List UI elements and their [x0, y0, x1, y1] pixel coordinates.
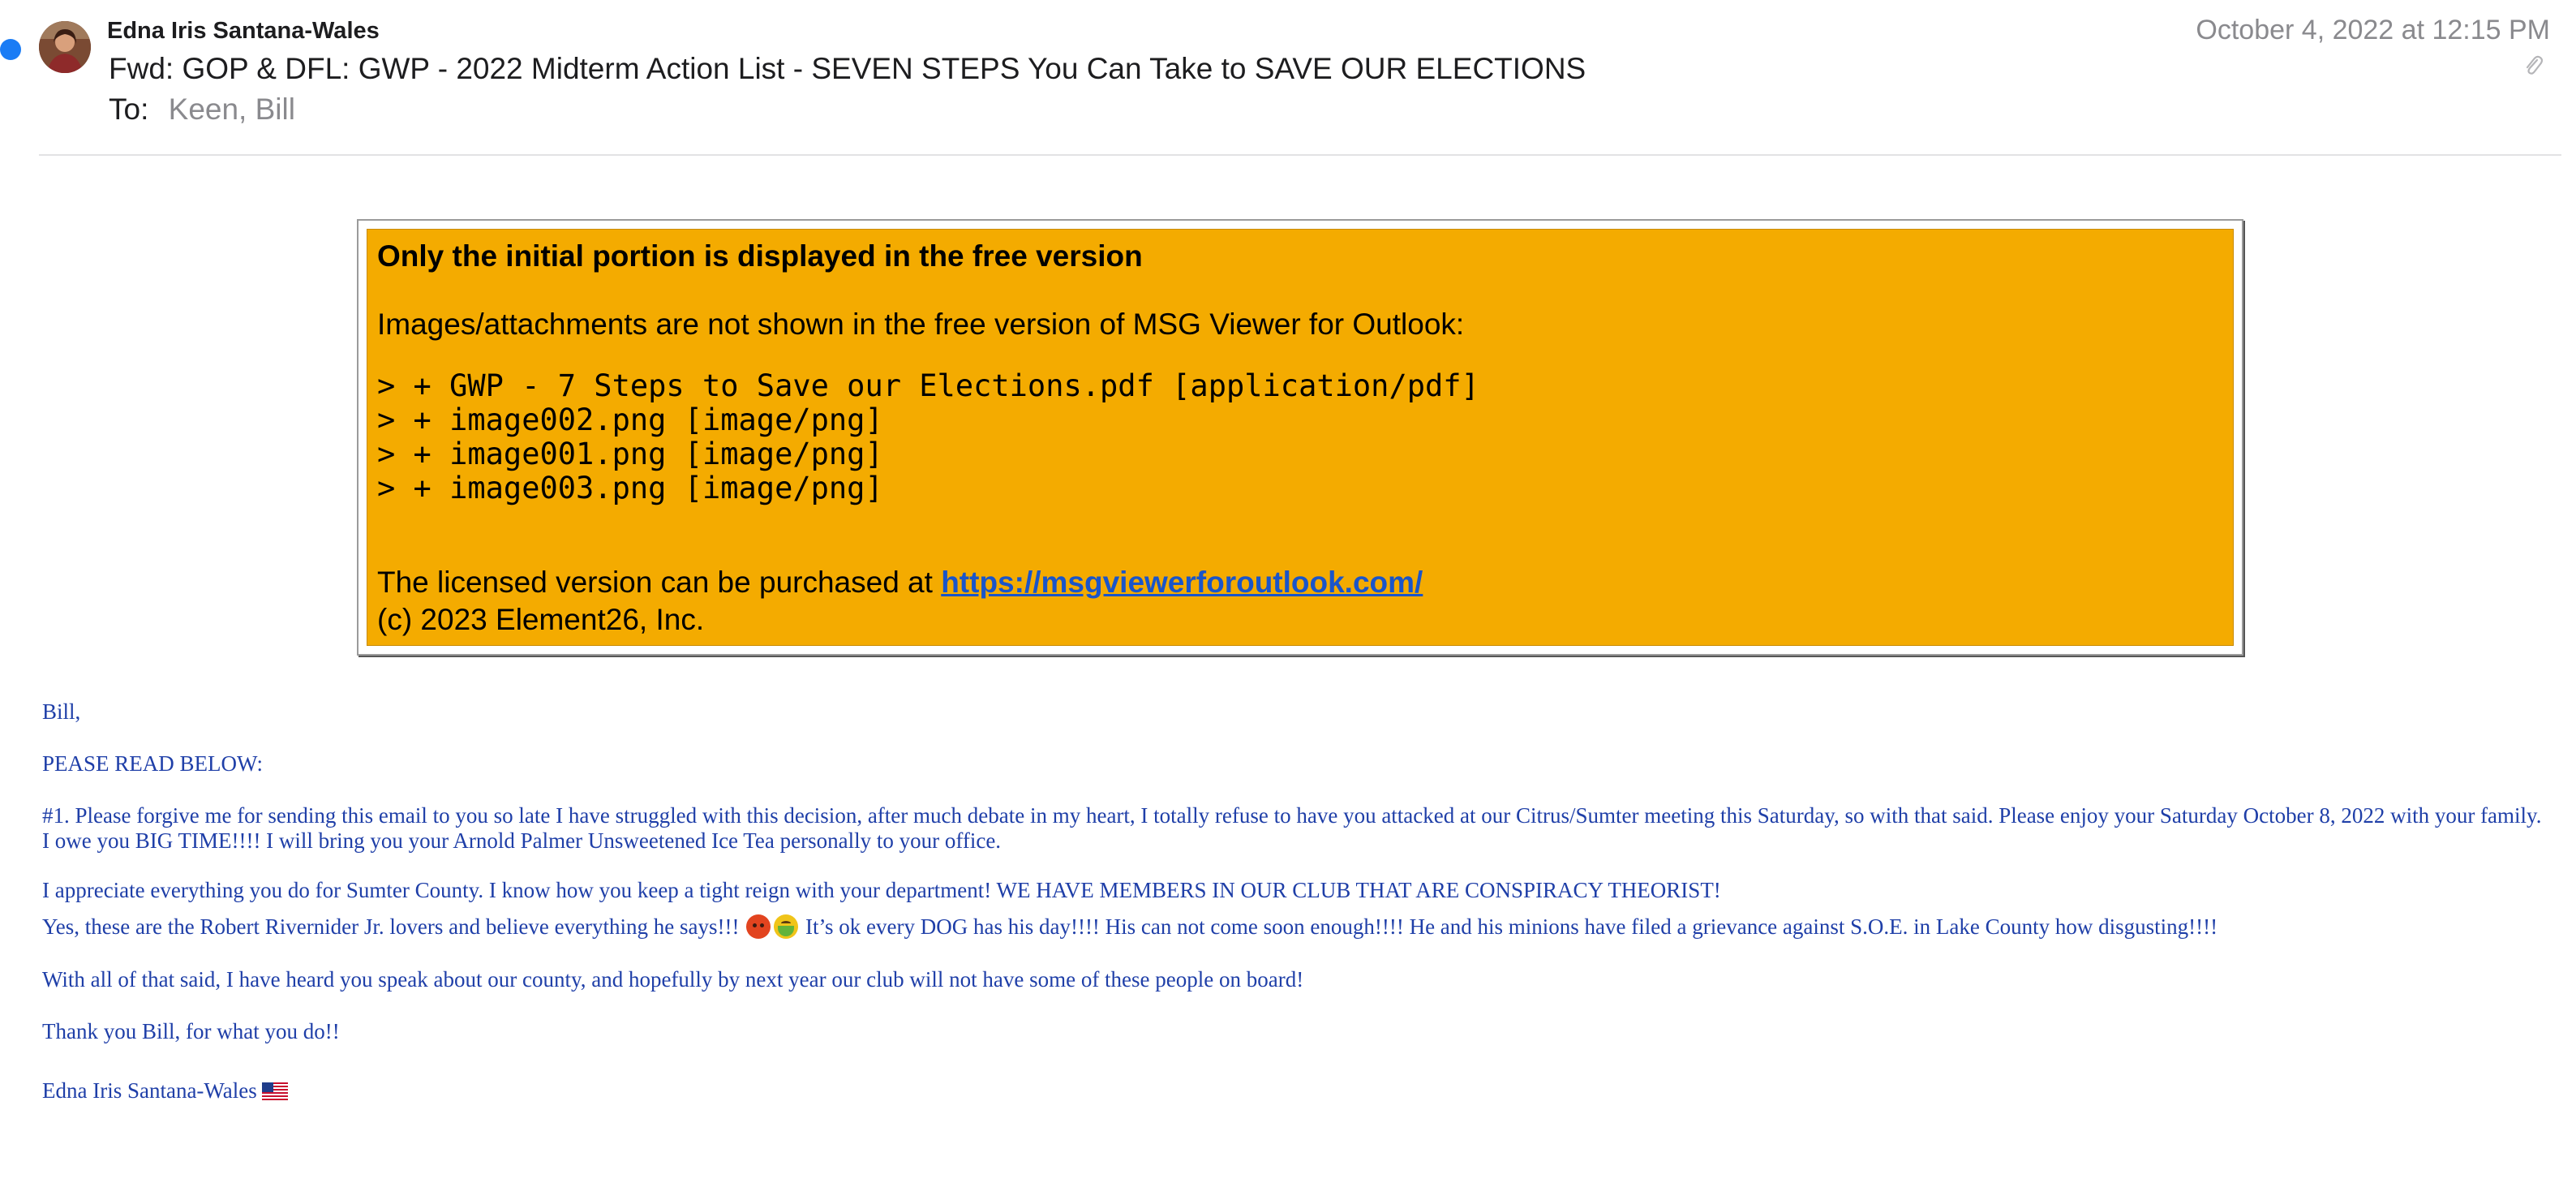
attachment-item: > + image003.png [image/png]: [377, 471, 883, 506]
attachment-item: > + image002.png [image/png]: [377, 402, 883, 437]
copyright-text: (c) 2023 Element26, Inc.: [377, 603, 705, 636]
message-body: Bill, PEASE READ BELOW: #1. Please forgi…: [42, 699, 2544, 1104]
yes-text-part1: Yes, these are the Robert Rivernider Jr.…: [42, 914, 740, 939]
attachment-item: > + GWP - 7 Steps to Save our Elections.…: [377, 368, 1479, 403]
sender-name[interactable]: Edna Iris Santana-Wales: [107, 18, 380, 45]
sender-photo: [39, 21, 91, 73]
unread-indicator: [0, 39, 21, 60]
paperclip-icon[interactable]: [2522, 54, 2544, 78]
signature: Edna Iris Santana-Wales: [42, 1078, 2544, 1104]
greeting: Bill,: [42, 699, 81, 724]
notice-subtitle: Images/attachments are not shown in the …: [377, 308, 1465, 341]
signature-name: Edna Iris Santana-Wales: [42, 1078, 257, 1103]
notice-title: Only the initial portion is displayed in…: [377, 239, 1143, 273]
appreciate-paragraph: I appreciate everything you do for Sumte…: [42, 878, 1721, 902]
notice-panel: Only the initial portion is displayed in…: [367, 229, 2234, 646]
thanks-line: Thank you Bill, for what you do!!: [42, 1019, 340, 1043]
license-line: The licensed version can be purchased at…: [377, 566, 1423, 600]
to-label: To:: [109, 92, 149, 126]
attachment-item: > + image001.png [image/png]: [377, 437, 883, 471]
recipient-row: To: Keen, Bill: [109, 92, 295, 127]
yes-paragraph: Yes, these are the Robert Rivernider Jr.…: [42, 914, 2544, 940]
nauseated-face-emoji: [774, 914, 799, 939]
attachment-list: > + GWP - 7 Steps to Save our Elections.…: [377, 369, 1479, 506]
license-link[interactable]: https://msgviewerforoutlook.com/: [941, 566, 1423, 599]
free-version-notice: Only the initial portion is displayed in…: [357, 219, 2243, 656]
with-all-paragraph: With all of that said, I have heard you …: [42, 967, 1304, 992]
angry-face-emoji: [746, 914, 771, 939]
email-subject: Fwd: GOP & DFL: GWP - 2022 Midterm Actio…: [109, 52, 1586, 85]
license-prefix: The licensed version can be purchased at: [377, 566, 942, 599]
read-below-line: PEASE READ BELOW:: [42, 751, 263, 776]
yes-text-part2: It’s ok every DOG has his day!!!! His ca…: [805, 914, 2218, 939]
paragraph-one: #1. Please forgive me for sending this e…: [42, 803, 2542, 853]
email-date: October 4, 2022 at 12:15 PM: [2196, 15, 2550, 45]
avatar[interactable]: [39, 21, 91, 73]
header-divider: [39, 154, 2561, 156]
recipient-name[interactable]: Keen, Bill: [169, 92, 295, 126]
us-flag-emoji: [261, 1082, 288, 1100]
